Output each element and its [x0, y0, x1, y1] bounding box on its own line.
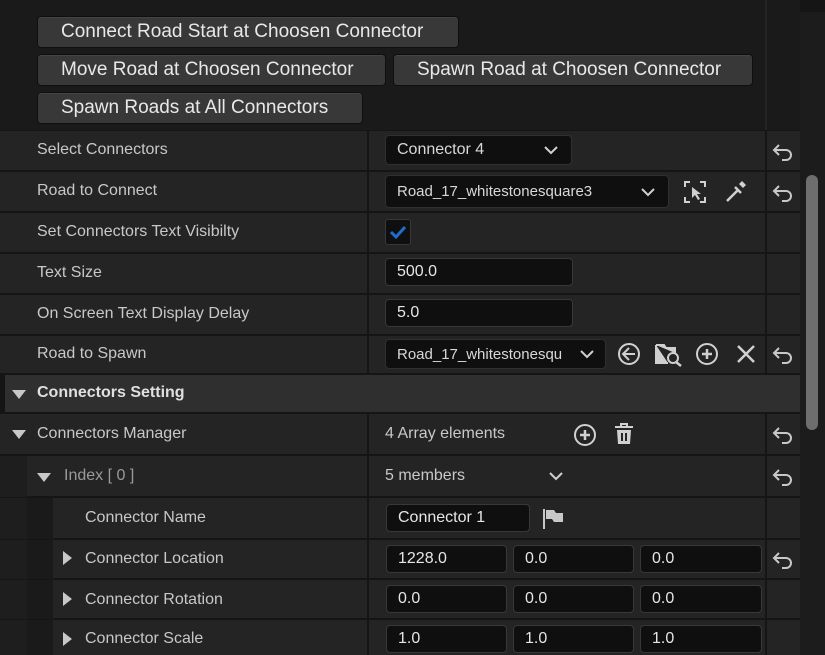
road-to-spawn-label: Road to Spawn	[37, 345, 147, 362]
location-x-input[interactable]: 1228.0	[386, 545, 507, 573]
text-size-label: Text Size	[37, 264, 102, 281]
road-to-spawn-value: Road_17_whitestonesqu	[397, 345, 563, 363]
select-connectors-value: Connector 4	[397, 141, 485, 158]
connector-scale-label: Connector Scale	[85, 630, 204, 647]
scrollbar-thumb[interactable]	[806, 175, 818, 430]
row-connector-name: Connector Name Connector 1	[0, 498, 800, 539]
indent-bar	[27, 498, 53, 539]
connect-road-start-button[interactable]: Connect Road Start at Choosen Connector	[37, 16, 459, 48]
scale-x-input[interactable]: 1.0	[386, 625, 507, 653]
index-text: Index	[64, 467, 104, 484]
column-divider	[367, 414, 369, 655]
flag-icon[interactable]	[542, 508, 564, 530]
connector-name-input[interactable]: Connector 1	[386, 504, 530, 532]
column-divider	[367, 131, 369, 374]
row-road-to-connect: Road to Connect Road_17_whitestonesquare…	[0, 172, 800, 212]
use-selected-icon[interactable]	[617, 342, 641, 366]
select-connectors-label: Select Connectors	[37, 141, 168, 158]
indent-bar	[0, 620, 27, 655]
road-to-connect-label: Road to Connect	[37, 182, 158, 199]
browse-icon[interactable]	[655, 341, 683, 367]
connector-rotation-label: Connector Rotation	[85, 591, 223, 608]
display-delay-label: On Screen Text Display Delay	[37, 305, 250, 322]
indent-bar	[0, 456, 27, 497]
location-y-input[interactable]: 0.0	[513, 545, 634, 573]
road-to-connect-picker[interactable]: Road_17_whitestonesquare3	[385, 175, 669, 208]
chevron-down-icon[interactable]	[548, 470, 564, 482]
indent-bar	[0, 580, 27, 619]
reset-arrow-icon[interactable]	[772, 426, 794, 444]
road-to-connect-value: Road_17_whitestonesquare3	[397, 183, 593, 200]
expand-triangle-icon	[12, 390, 26, 399]
chevron-down-icon	[641, 188, 655, 197]
reset-arrow-icon[interactable]	[772, 551, 794, 569]
expand-triangle-icon[interactable]	[63, 632, 72, 646]
expand-triangle-icon[interactable]	[37, 473, 51, 482]
add-icon[interactable]	[573, 423, 597, 447]
row-text-visibility: Set Connectors Text Visibilty	[0, 213, 800, 253]
scale-z-input[interactable]: 1.0	[640, 625, 762, 653]
row-connectors-manager: Connectors Manager 4 Array elements	[0, 414, 800, 455]
checkmark-icon	[389, 225, 407, 240]
scrollbar-top-cap	[800, 0, 825, 12]
text-visibility-checkbox[interactable]	[385, 219, 411, 245]
reset-arrow-icon[interactable]	[772, 346, 794, 364]
pick-actor-icon[interactable]	[683, 180, 707, 204]
indent-bar	[0, 498, 27, 539]
column-divider	[765, 414, 767, 655]
row-display-delay: On Screen Text Display Delay 5.0	[0, 295, 800, 335]
spawn-road-button[interactable]: Spawn Road at Choosen Connector	[393, 54, 753, 86]
scale-y-input[interactable]: 1.0	[513, 625, 634, 653]
row-text-size: Text Size 500.0	[0, 254, 800, 294]
display-delay-input[interactable]: 5.0	[385, 299, 573, 327]
divider	[765, 0, 767, 130]
clear-icon[interactable]	[735, 343, 757, 365]
add-icon[interactable]	[695, 342, 719, 366]
rotation-x-input[interactable]: 0.0	[386, 585, 507, 613]
row-index-0: Index [ 0 ] 5 members	[0, 456, 800, 497]
row-connector-scale: Connector Scale 1.0 1.0 1.0	[0, 620, 800, 655]
indent-bar	[27, 540, 53, 579]
indent-bar	[27, 580, 53, 619]
index-number: [ 0 ]	[107, 467, 135, 484]
column-divider	[765, 131, 767, 374]
road-to-spawn-picker[interactable]: Road_17_whitestonesqu	[385, 339, 606, 369]
indent-bar	[27, 620, 53, 655]
connectors-manager-summary: 4 Array elements	[385, 425, 506, 442]
chevron-down-icon	[580, 350, 594, 359]
expand-triangle-icon[interactable]	[63, 592, 72, 606]
connectors-setting-title: Connectors Setting	[37, 384, 185, 401]
indent-bar	[0, 540, 27, 579]
rotation-y-input[interactable]: 0.0	[513, 585, 634, 613]
eyedropper-icon[interactable]	[723, 179, 747, 205]
row-connector-rotation: Connector Rotation 0.0 0.0 0.0	[0, 580, 800, 619]
move-road-button[interactable]: Move Road at Choosen Connector	[37, 54, 386, 86]
spawn-roads-all-button[interactable]: Spawn Roads at All Connectors	[37, 92, 363, 124]
location-z-input[interactable]: 0.0	[640, 545, 762, 573]
connector-location-label: Connector Location	[85, 550, 224, 567]
row-connector-location: Connector Location 1228.0 0.0 0.0	[0, 540, 800, 579]
index-summary: 5 members	[385, 467, 466, 484]
index-label: Index [ 0 ]	[64, 467, 134, 485]
expand-triangle-icon[interactable]	[12, 430, 26, 439]
reset-arrow-icon[interactable]	[772, 468, 794, 486]
connector-name-label: Connector Name	[85, 509, 206, 526]
connectors-setting-header[interactable]: Connectors Setting	[5, 375, 800, 413]
text-visibility-label: Set Connectors Text Visibilty	[37, 223, 240, 240]
expand-triangle-icon[interactable]	[63, 551, 72, 565]
text-size-input[interactable]: 500.0	[385, 258, 573, 286]
reset-arrow-icon[interactable]	[772, 143, 794, 161]
select-connectors-dropdown[interactable]: Connector 4	[385, 135, 572, 165]
chevron-down-icon	[544, 146, 558, 155]
row-road-to-spawn: Road to Spawn Road_17_whitestonesqu	[0, 336, 800, 374]
rotation-z-input[interactable]: 0.0	[640, 585, 762, 613]
delete-icon[interactable]	[613, 422, 635, 446]
row-select-connectors: Select Connectors Connector 4	[0, 131, 800, 171]
reset-arrow-icon[interactable]	[772, 184, 794, 202]
connectors-manager-label: Connectors Manager	[37, 425, 187, 442]
